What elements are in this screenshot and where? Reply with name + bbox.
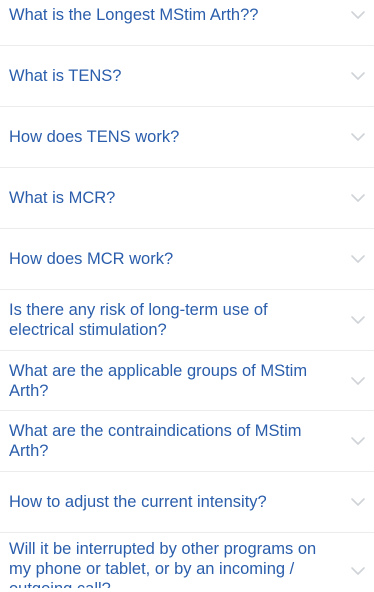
faq-question: What is MCR? [9,189,116,207]
faq-item[interactable]: What is MCR? [0,168,374,229]
faq-question: What are the applicable groups of MStim … [9,361,308,400]
faq-item[interactable]: How to adjust the current intensity? [0,472,374,533]
faq-question: What is the Longest MStim Arth?? [9,6,259,24]
faq-item[interactable]: Will it be interrupted by other programs… [0,533,374,592]
faq-item[interactable]: What is TENS? [0,46,374,107]
faq-question: How does TENS work? [9,128,180,146]
bottom-edge [0,588,374,592]
faq-question: What are the contraindications of MStim … [9,422,302,460]
faq-item[interactable]: How does TENS work? [0,107,374,168]
chevron-down-icon[interactable] [348,561,368,581]
faq-question: Will it be interrupted by other programs… [9,540,317,592]
chevron-down-icon[interactable] [348,310,368,330]
faq-item[interactable]: What are the contraindications of MStim … [0,411,374,472]
faq-item[interactable]: Is there any risk of long-term use of el… [0,290,374,351]
faq-question: How to adjust the current intensity? [9,493,267,511]
chevron-down-icon[interactable] [348,371,368,391]
faq-item[interactable]: What is the Longest MStim Arth?? [0,0,374,46]
chevron-down-icon[interactable] [348,431,368,451]
faq-item[interactable]: How does MCR work? [0,229,374,290]
chevron-down-icon[interactable] [348,127,368,147]
faq-question: How does MCR work? [9,250,174,268]
faq-question: Is there any risk of long-term use of el… [9,301,268,339]
faq-item[interactable]: What are the applicable groups of MStim … [0,351,374,411]
faq-question: What is TENS? [9,67,122,85]
chevron-down-icon[interactable] [348,5,368,25]
chevron-down-icon[interactable] [348,66,368,86]
chevron-down-icon[interactable] [348,492,368,512]
chevron-down-icon[interactable] [348,249,368,269]
faq-list: What is the Longest MStim Arth?? What is… [0,0,374,592]
chevron-down-icon[interactable] [348,188,368,208]
